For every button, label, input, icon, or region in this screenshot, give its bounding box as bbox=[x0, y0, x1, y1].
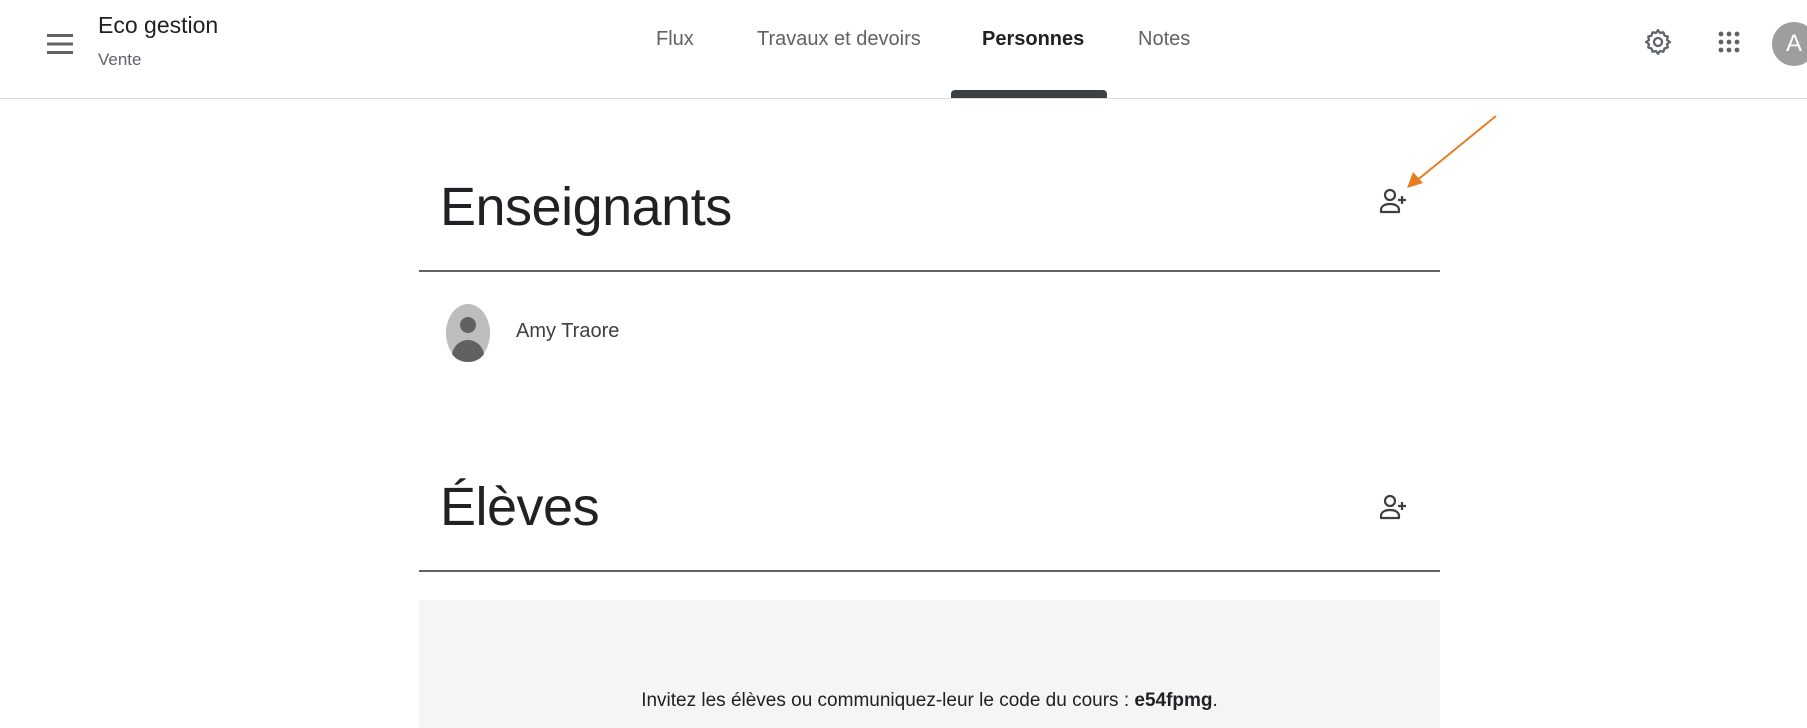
students-divider bbox=[419, 570, 1440, 572]
gear-icon bbox=[1645, 29, 1671, 55]
apps-grid-icon bbox=[1718, 31, 1740, 53]
add-person-icon bbox=[1379, 494, 1406, 520]
invite-suffix: . bbox=[1212, 690, 1218, 711]
invite-students-button[interactable] bbox=[1372, 486, 1416, 530]
tab-personnes[interactable]: Personnes bbox=[982, 28, 1084, 51]
default-avatar-icon bbox=[446, 304, 490, 362]
invite-message: Invitez les élèves ou communiquez-leur l… bbox=[419, 690, 1440, 712]
class-code: e54fpmg bbox=[1134, 690, 1213, 711]
tab-travaux-et-devoirs[interactable]: Travaux et devoirs bbox=[757, 28, 921, 51]
arrow-annotation bbox=[1407, 115, 1497, 188]
teacher-name: Amy Traore bbox=[516, 320, 620, 342]
students-empty-state: Invitez les élèves ou communiquez-leur l… bbox=[419, 600, 1440, 728]
top-app-bar: Eco gestion Vente Flux Travaux et devoir… bbox=[0, 0, 1807, 99]
class-settings-button[interactable] bbox=[1636, 20, 1680, 64]
active-tab-indicator bbox=[951, 90, 1107, 98]
tab-notes[interactable]: Notes bbox=[1138, 28, 1190, 51]
class-tabs: Flux Travaux et devoirs Personnes Notes bbox=[0, 0, 1807, 98]
teachers-heading: Enseignants bbox=[440, 177, 732, 237]
google-apps-button[interactable] bbox=[1707, 20, 1751, 64]
teachers-divider bbox=[419, 270, 1440, 272]
students-heading: Élèves bbox=[440, 477, 600, 537]
invite-text: Invitez les élèves ou communiquez-leur l… bbox=[641, 690, 1135, 711]
tab-flux[interactable]: Flux bbox=[656, 28, 694, 51]
teacher-row[interactable]: Amy Traore bbox=[440, 300, 1420, 368]
